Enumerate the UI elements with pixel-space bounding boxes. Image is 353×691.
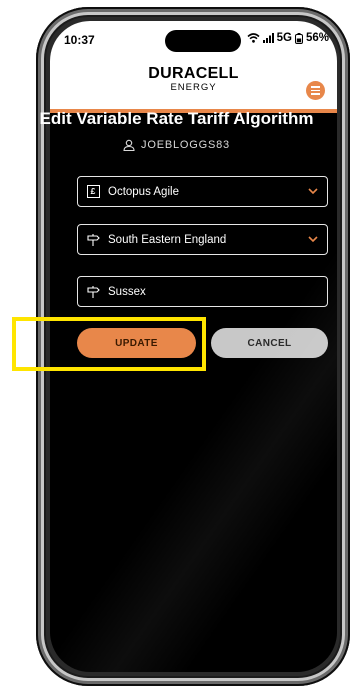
logo-main-text: DURACELL: [148, 65, 239, 82]
dynamic-island: [165, 30, 241, 52]
county-value: Sussex: [108, 285, 146, 298]
hamburger-icon: [311, 86, 320, 88]
signpost-icon: [87, 233, 100, 246]
battery-percent: 56%: [305, 32, 329, 44]
signpost-icon: [87, 285, 100, 298]
county-icon-wrap: [78, 285, 108, 299]
region-icon-wrap: [78, 233, 108, 247]
highlight-box: [12, 317, 206, 371]
logo-sub-text: ENERGY: [170, 82, 217, 93]
chevron-down-icon: [308, 236, 318, 243]
app-header: DURACELL ENERGY: [50, 61, 337, 113]
chevron-down-icon: [308, 188, 318, 195]
tariff-icon-wrap: £: [78, 185, 108, 198]
menu-button[interactable]: [306, 81, 325, 100]
user-icon: [123, 139, 135, 151]
duracell-energy-logo: DURACELL ENERGY: [148, 65, 238, 93]
status-bar: 10:37 5G 56%: [50, 21, 337, 61]
status-indicators: 5G 56%: [247, 32, 329, 44]
pound-icon: £: [86, 185, 100, 198]
tariff-value: Octopus Agile: [108, 185, 179, 198]
wifi-icon: [247, 33, 260, 43]
signal-icon: [262, 33, 274, 43]
network-type: 5G: [276, 32, 292, 44]
hamburger-icon-line: [311, 89, 320, 92]
cancel-button[interactable]: CANCEL: [211, 328, 328, 358]
page-title: Edit Variable Rate Tariff Algorithm: [39, 109, 314, 128]
user-info: JOEBLOGGS83: [0, 139, 353, 151]
hamburger-icon-line: [311, 93, 320, 95]
county-input[interactable]: Sussex: [77, 276, 328, 307]
username: JOEBLOGGS83: [141, 139, 230, 151]
status-time: 10:37: [64, 33, 95, 47]
battery-icon: [294, 32, 303, 44]
region-value: South Eastern England: [108, 233, 227, 246]
tariff-select[interactable]: £ Octopus Agile: [77, 176, 328, 207]
region-select[interactable]: South Eastern England: [77, 224, 328, 255]
